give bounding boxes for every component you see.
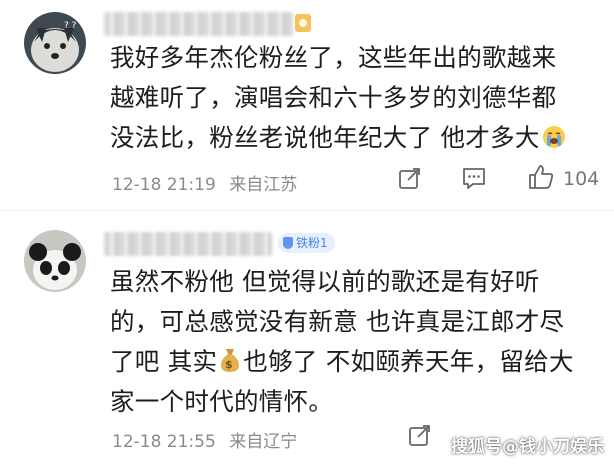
like-icon[interactable]: [527, 163, 555, 191]
comment-text: 虽然不粉他 但觉得以前的歌还是有好听 的，可总感觉没有新意 也许真是江郎才尽 了…: [110, 262, 600, 422]
avatar[interactable]: [24, 230, 86, 292]
comment-location: 来自江苏: [229, 175, 298, 195]
comment-line: 家一个时代的情怀。: [110, 387, 334, 416]
comment-line: 没法比，粉丝老说他年纪大了 他才多大: [110, 118, 600, 158]
comment-line: 越难听了，演唱会和六十多岁的刘德华都: [110, 83, 557, 112]
watermark: 搜狐号@钱小刀娱乐: [451, 437, 604, 457]
comment-line: 了吧 其实 $ 也够了 不如颐养天年，留给大: [110, 347, 574, 376]
comment-line: 虽然不粉他 但觉得以前的歌还是有好听: [110, 267, 540, 296]
comment-meta: 12-18 21:19 来自江苏: [112, 170, 305, 195]
avatar[interactable]: ? ?: [24, 12, 86, 74]
fan-level-label: 铁粉1: [296, 236, 328, 250]
svg-text:$: $: [225, 358, 233, 371]
blurred-username[interactable]: [104, 232, 272, 256]
comment-line: 的，可总感觉没有新意 也许真是江郎才尽: [110, 307, 565, 336]
divider: [0, 210, 614, 211]
crying-emoji-icon: [542, 126, 565, 148]
comment-item: ? ? 我好多年杰伦粉丝了，这些年出的歌越来 越难听了，演唱会和六十多岁的刘德华…: [0, 0, 614, 208]
comment-time: 12-18 21:19: [112, 175, 216, 195]
comment-time: 12-18 21:55: [112, 432, 216, 452]
comment-line: 我好多年杰伦粉丝了，这些年出的歌越来: [110, 43, 557, 72]
forward-icon[interactable]: [408, 423, 432, 447]
comment-meta: 12-18 21:55 来自辽宁: [112, 427, 305, 452]
comment-location: 来自辽宁: [229, 432, 298, 452]
fan-level-badge: 铁粉1: [278, 233, 335, 253]
shield-icon: [283, 237, 293, 249]
forward-icon[interactable]: [398, 166, 422, 190]
comment-text: 我好多年杰伦粉丝了，这些年出的歌越来 越难听了，演唱会和六十多岁的刘德华都 没法…: [110, 38, 600, 158]
comment-item: 铁粉1 虽然不粉他 但觉得以前的歌还是有好听 的，可总感觉没有新意 也许真是江郎…: [0, 214, 614, 467]
blurred-username[interactable]: [104, 12, 294, 36]
user-tag-icon: [295, 14, 311, 32]
comment-icon[interactable]: [461, 166, 487, 190]
svg-text:? ?: ? ?: [64, 21, 77, 31]
like-count: 104: [563, 168, 600, 190]
money-bag-emoji-icon: $: [221, 349, 240, 372]
